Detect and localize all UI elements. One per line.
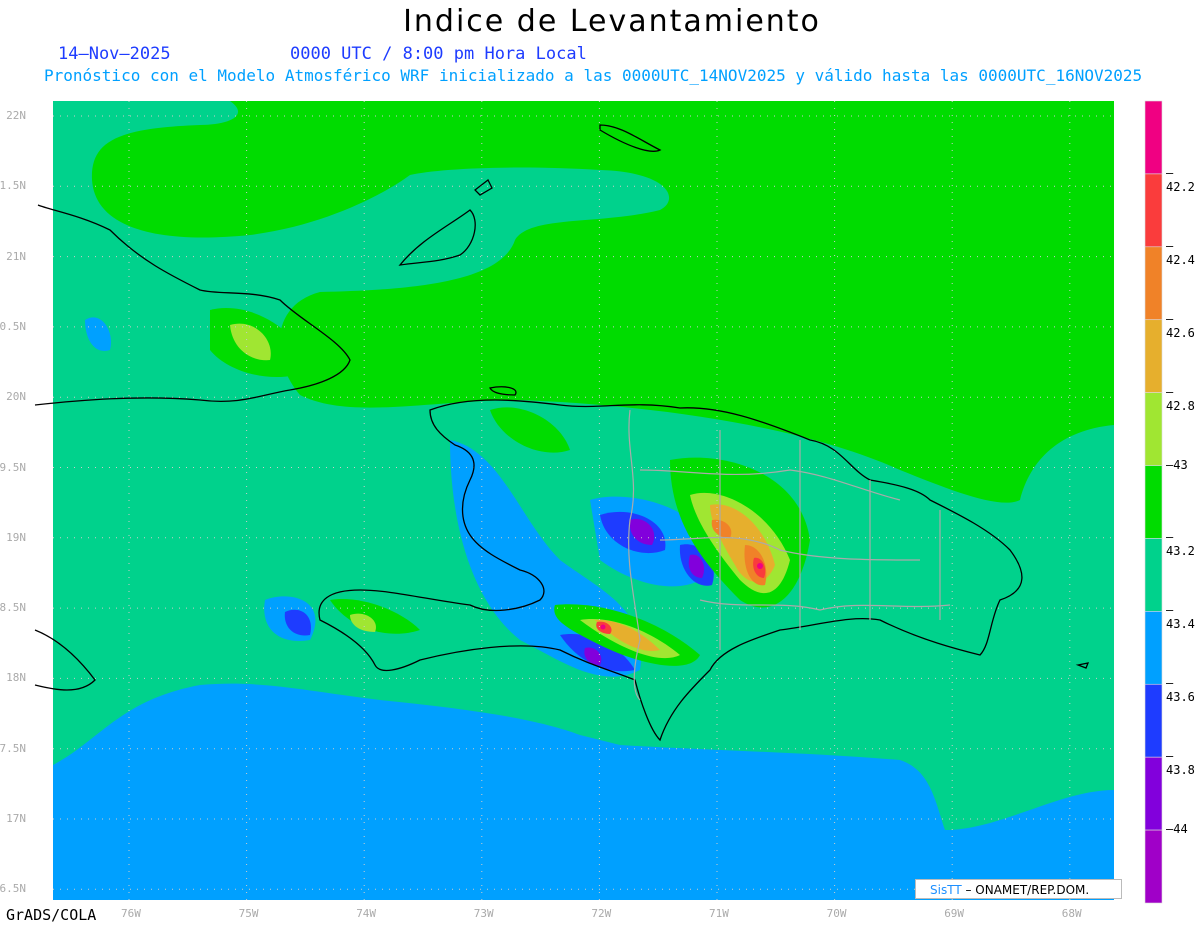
lon-label: 76W <box>121 907 141 920</box>
lat-label: 19N <box>6 530 26 544</box>
lon-label: 74W <box>356 907 377 920</box>
lat-label: 9.5N <box>0 460 26 474</box>
colorbar-label: —42.4 <box>1166 238 1195 267</box>
colorbar-swatch <box>1144 829 1163 904</box>
colorbar-label: —43.8 <box>1166 749 1195 778</box>
lat-label: 6.5N <box>0 882 26 896</box>
lon-label: 68W <box>1061 907 1082 920</box>
forecast-date: 14–Nov–2025 <box>58 44 171 64</box>
colorbar <box>1144 100 1163 904</box>
lat-label: 1.5N <box>0 179 26 193</box>
colorbar-swatch <box>1144 100 1163 175</box>
lon-label: 72W <box>591 907 612 920</box>
colorbar-swatch <box>1144 392 1163 466</box>
lat-label: 0.5N <box>0 319 26 333</box>
colorbar-swatch <box>1144 319 1163 393</box>
lat-label: 7.5N <box>0 741 26 755</box>
colorbar-swatch <box>1144 611 1163 685</box>
lat-label: 22N <box>6 109 26 122</box>
colorbar-swatch <box>1144 756 1163 831</box>
lifted-index-map <box>34 100 1163 904</box>
sistt-logo: SisTT <box>930 883 962 897</box>
lon-label: 69W <box>944 907 965 920</box>
colorbar-label: —43.2 <box>1166 530 1195 559</box>
forecast-subtitle: Pronóstico con el Modelo Atmosférico WRF… <box>44 66 1143 85</box>
lat-label: 8.5N <box>0 601 26 615</box>
grads-footer: GrADS/COLA <box>6 906 97 924</box>
colorbar-label: —44 <box>1166 822 1188 837</box>
colorbar-swatch <box>1144 173 1163 248</box>
lat-label: 18N <box>6 671 26 685</box>
lat-label: 17N <box>6 812 26 825</box>
lon-label: 73W <box>473 907 494 920</box>
colorbar-label: —43.6 <box>1166 676 1195 705</box>
lat-label: 21N <box>6 249 26 263</box>
lon-label: 71W <box>709 907 729 920</box>
map-title: Indice de Levantamiento <box>403 4 821 39</box>
lon-label: 75W <box>238 907 259 920</box>
colorbar-label: —42.6 <box>1166 311 1195 340</box>
credit-box: SisTT – ONAMET/REP.DOM. <box>915 879 1122 899</box>
lat-label: 20N <box>6 390 26 404</box>
colorbar-label: —42.8 <box>1166 384 1195 413</box>
colorbar-label: —42.2 <box>1166 165 1195 194</box>
forecast-time: 0000 UTC / 8:00 pm Hora Local <box>290 44 587 64</box>
lon-label: 70W <box>826 907 847 920</box>
colorbar-swatch <box>1144 246 1163 321</box>
colorbar-swatch <box>1144 465 1163 539</box>
colorbar-swatch <box>1144 683 1163 758</box>
colorbar-label: —43.4 <box>1166 603 1195 632</box>
credit-text: – ONAMET/REP.DOM. <box>961 883 1090 897</box>
colorbar-swatch <box>1144 538 1163 612</box>
colorbar-label: —43 <box>1166 457 1188 472</box>
